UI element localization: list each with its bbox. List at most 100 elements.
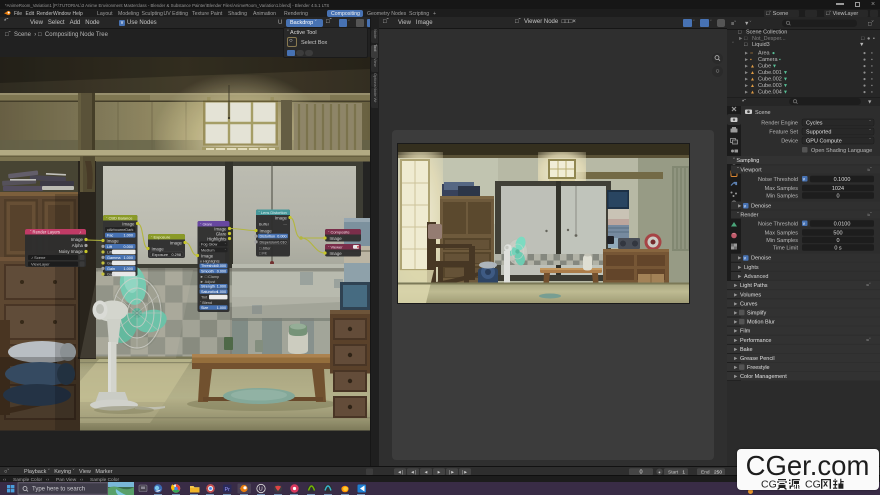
svg-text:0.000: 0.000	[277, 235, 286, 239]
svg-text:Cube.003: Cube.003	[758, 83, 782, 89]
svg-text:▼: ▼	[772, 63, 777, 69]
svg-text:□: □	[861, 36, 865, 42]
svg-text:Medium: Medium	[201, 248, 215, 252]
svg-text:1.000: 1.000	[217, 290, 226, 294]
svg-text:cAirbourneDark: cAirbourneDark	[107, 228, 133, 232]
svg-text:►: ►	[733, 356, 738, 362]
svg-text:v Highlights: v Highlights	[200, 259, 220, 263]
svg-text:▲: ▲	[750, 89, 755, 95]
svg-text:►: ►	[733, 346, 738, 352]
svg-text:ˇ Blend: ˇ Blend	[200, 301, 212, 305]
svg-text:ˇ Render Layers: ˇ Render Layers	[30, 230, 60, 235]
svg-text:Open Shading Language: Open Shading Language	[811, 148, 872, 154]
svg-text:▲: ▲	[750, 70, 755, 76]
svg-text:0: 0	[836, 193, 839, 199]
svg-text:Min Samples: Min Samples	[766, 238, 798, 244]
svg-text:●: ●	[863, 63, 866, 69]
svg-text:►: ►	[744, 89, 749, 95]
svg-text:●: ●	[863, 76, 866, 82]
svg-text:Ga: Ga	[107, 261, 113, 265]
svg-text:Min Samples: Min Samples	[766, 193, 798, 199]
svg-text:□: □	[744, 36, 748, 42]
svg-text:—: —	[283, 223, 287, 227]
svg-text:Time Limit: Time Limit	[773, 245, 799, 251]
svg-text:CG: CG	[805, 478, 821, 490]
svg-text:▪: ▪	[871, 70, 873, 76]
svg-text:► □ Clamp: ► □ Clamp	[200, 275, 219, 279]
svg-text:►: ►	[744, 63, 749, 69]
svg-text:*ˇ: *ˇ	[742, 99, 746, 105]
svg-text:□ˇ: □ˇ	[868, 21, 874, 27]
svg-text:Alpha: Alpha	[72, 243, 84, 248]
svg-text:►: ►	[733, 310, 738, 316]
svg-text:Denoise: Denoise	[751, 255, 771, 261]
svg-text:▼: ▼	[783, 70, 788, 76]
svg-text:Image: Image	[330, 236, 343, 241]
svg-text:►: ►	[733, 319, 738, 325]
svg-text:Feature Set: Feature Set	[769, 129, 798, 135]
svg-text:≡ˇ: ≡ˇ	[731, 21, 736, 27]
svg-text:Image: Image	[170, 241, 183, 246]
svg-text:Advanced: Advanced	[744, 273, 768, 279]
svg-text:ˇ Viewer: ˇ Viewer	[328, 245, 343, 250]
svg-text:Cube.001: Cube.001	[758, 70, 782, 76]
svg-text:Noisy Image: Noisy Image	[59, 249, 84, 254]
svg-text:►: ►	[737, 203, 742, 209]
svg-text:Freestyle: Freestyle	[747, 365, 770, 371]
svg-text:Scene Collection: Scene Collection	[746, 29, 787, 35]
svg-text:0: 0	[836, 238, 839, 244]
svg-text:►: ►	[744, 50, 749, 56]
svg-text:ˇ Composite: ˇ Composite	[328, 230, 350, 235]
svg-text:Threshold: Threshold	[201, 264, 217, 268]
svg-text:Fac: Fac	[107, 234, 113, 238]
svg-text:►: ►	[744, 70, 749, 76]
svg-text:≈ˇ: ≈ˇ	[867, 167, 872, 173]
svg-text:►: ►	[733, 374, 738, 380]
svg-text:Smooth: Smooth	[201, 269, 214, 273]
svg-text:ˇ Sampling: ˇ Sampling	[733, 158, 759, 164]
svg-text:ˇ Exposure: ˇ Exposure	[151, 235, 171, 240]
svg-text:▼: ▼	[783, 83, 788, 89]
svg-text:►: ►	[737, 255, 742, 261]
svg-text:ˇ CBD Balance: ˇ CBD Balance	[106, 216, 133, 221]
svg-text:0.000: 0.000	[217, 269, 226, 273]
svg-text:Noise Threshold: Noise Threshold	[758, 221, 798, 227]
svg-text:0.010: 0.010	[277, 240, 286, 244]
svg-text:▼: ▼	[783, 89, 788, 95]
svg-text:Bake: Bake	[740, 346, 753, 352]
svg-text:●: ●	[867, 36, 870, 42]
svg-text:Lights: Lights	[744, 264, 759, 270]
svg-text:1.000: 1.000	[123, 267, 133, 271]
svg-text:▪: ▪	[871, 63, 873, 69]
svg-text:250: 250	[714, 469, 722, 475]
svg-text:Light Paths: Light Paths	[740, 283, 768, 289]
svg-text:Image: Image	[122, 222, 135, 227]
svg-text:◄|: ◄|	[410, 469, 416, 474]
svg-text:0.000: 0.000	[123, 245, 133, 249]
svg-text:►: ►	[737, 264, 742, 270]
svg-text:Volumes: Volumes	[740, 292, 761, 298]
svg-text:Render Engine: Render Engine	[761, 120, 798, 126]
svg-text:Gamma: Gamma	[107, 256, 121, 260]
svg-text:Playback ˇ Keying ˇ View: Playback ˇ Keying ˇ View Marker	[24, 469, 113, 475]
svg-text:●: ●	[863, 89, 866, 95]
svg-text:Distortion: Distortion	[260, 235, 276, 239]
svg-text:Size: Size	[201, 306, 208, 310]
svg-text:▼: ▼	[867, 99, 872, 105]
svg-text:ˇ: ˇ	[732, 42, 734, 48]
svg-text:Max Samples: Max Samples	[765, 186, 799, 192]
svg-text:♪: ♪	[79, 230, 81, 235]
svg-text:▪: ▪	[750, 57, 752, 63]
svg-text:1.000: 1.000	[217, 306, 226, 310]
svg-text:0.298: 0.298	[171, 253, 181, 257]
svg-text:ˇ: ˇ	[869, 129, 871, 135]
svg-text:Noise Threshold: Noise Threshold	[758, 177, 798, 183]
svg-text:ˇ: ˇ	[869, 138, 871, 144]
svg-text:Area: Area	[758, 50, 771, 56]
svg-text:►: ►	[738, 36, 743, 42]
svg-text:|►: |►	[462, 469, 468, 474]
svg-text:0.0100: 0.0100	[834, 221, 851, 227]
svg-text:Denoise: Denoise	[751, 203, 771, 209]
svg-text:□ Jitter: □ Jitter	[259, 247, 271, 251]
svg-text:Cycles: Cycles	[806, 120, 823, 126]
